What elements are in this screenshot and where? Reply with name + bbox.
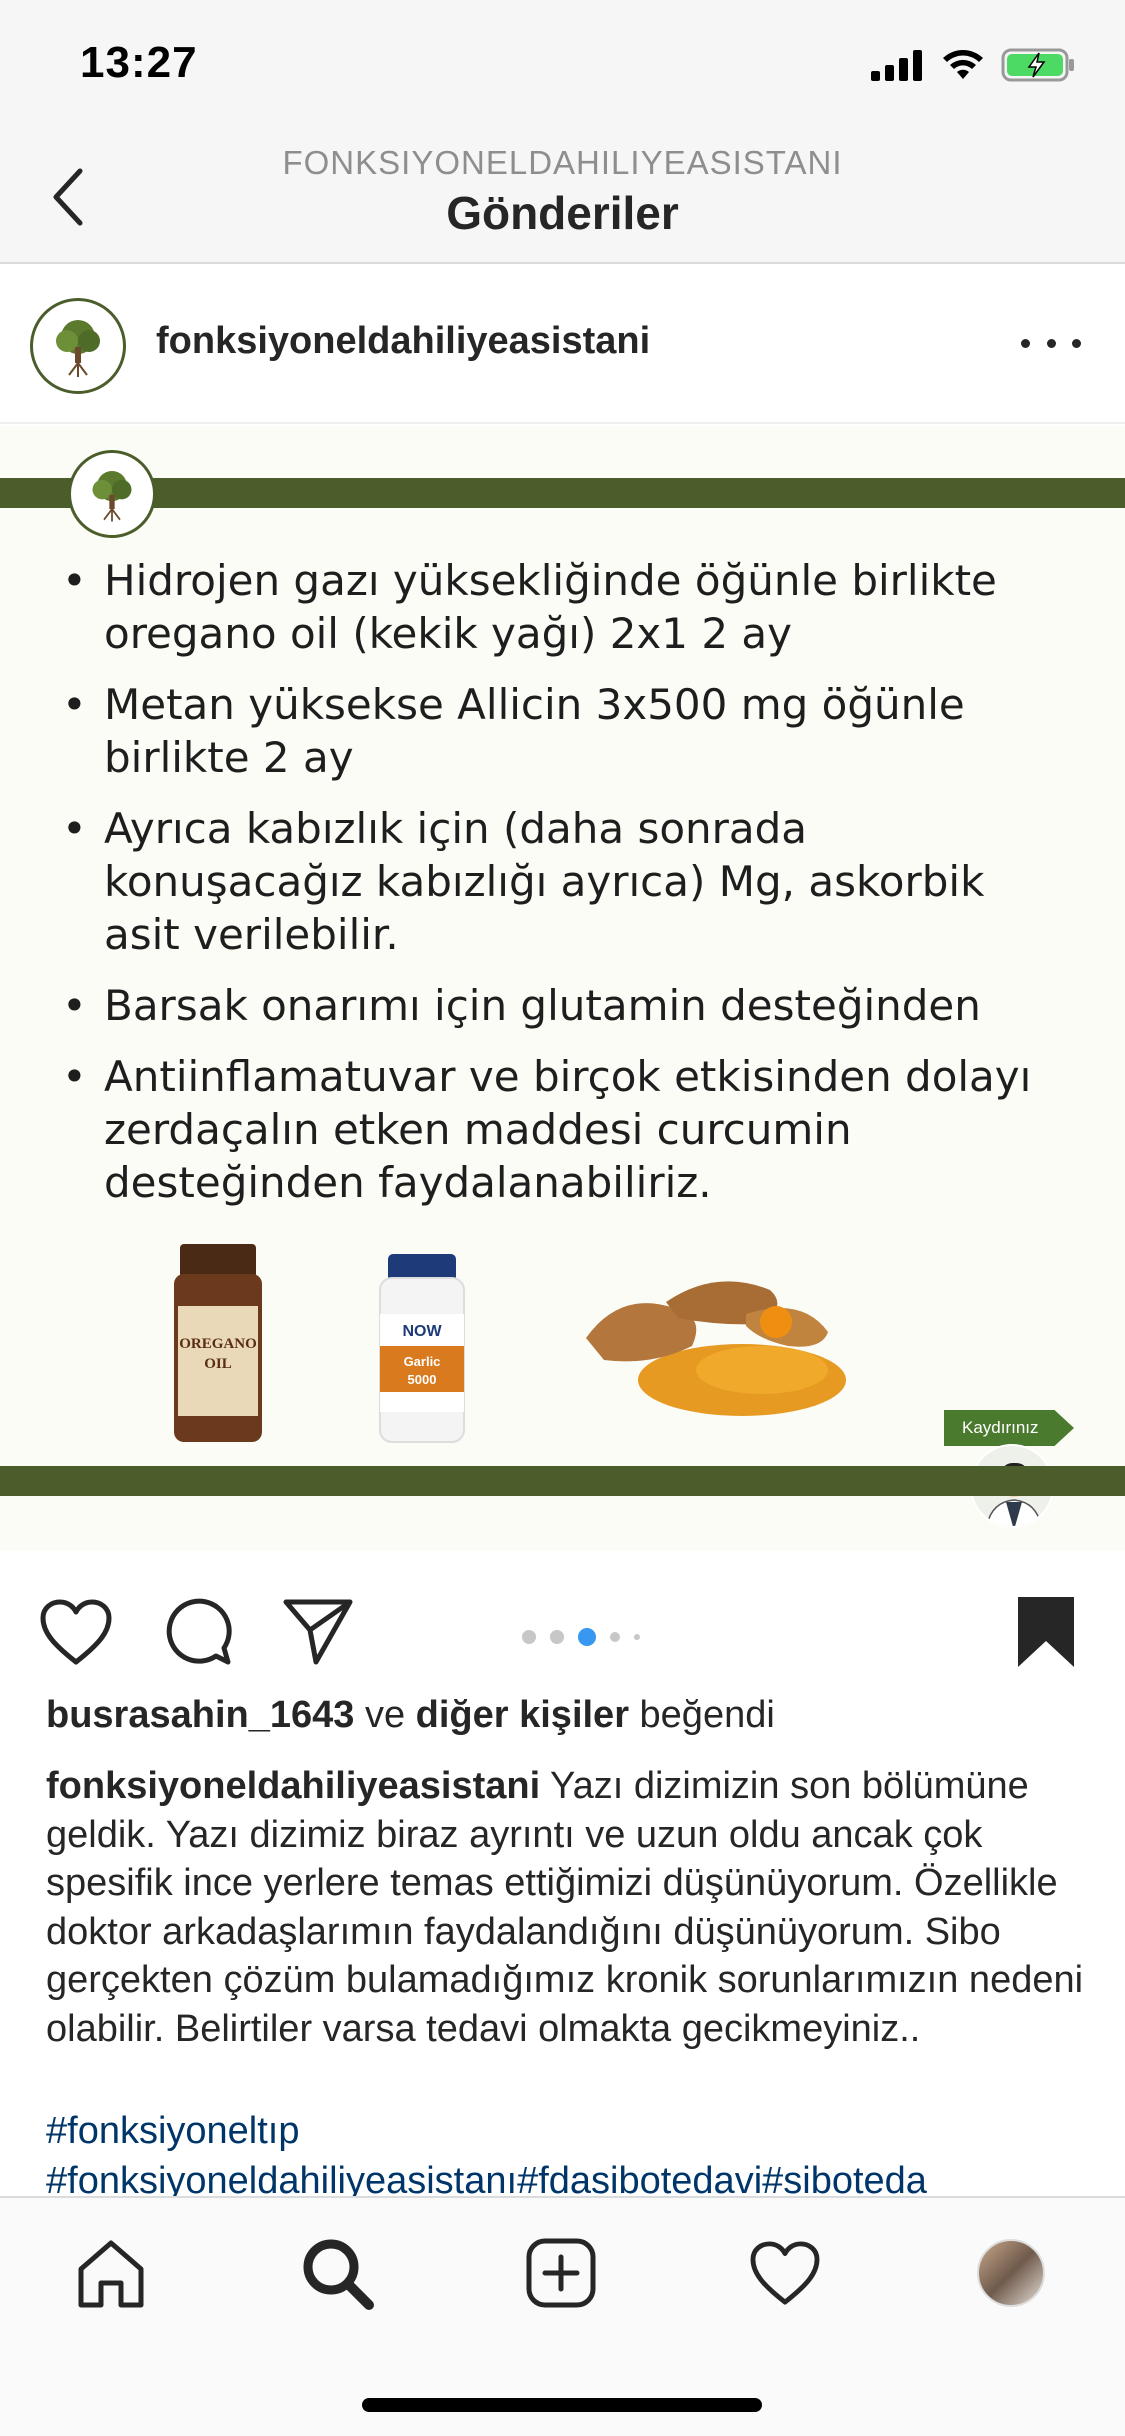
oregano-oil-bottle: OREGANO OIL [174,1244,262,1442]
tree-logo-icon [56,320,100,377]
post-avatar[interactable] [30,298,126,394]
bullet-item: Barsak onarımı için glutamin desteğinden [62,979,1072,1032]
status-icons [871,48,1077,82]
comment-button[interactable] [158,1592,238,1672]
profile-avatar [977,2239,1045,2307]
signal-icon [871,50,922,81]
hashtag-link[interactable]: #fonksiyoneltıp [46,2106,1125,2156]
nav-header: FONKSIYONELDAHILIYEASISTANI Gönderiler [0,140,1125,264]
nav-subtitle: FONKSIYONELDAHILIYEASISTANI [282,144,843,181]
send-icon [283,1599,353,1665]
post-caption: fonksiyoneldahiliyeasistani Yazı dizimiz… [46,1762,1086,2053]
likes-connector: ve [354,1694,416,1736]
heart-icon [40,1599,112,1665]
caption-text: Yazı dizimizin son bölümüne geldik. Yazı… [46,1765,1084,2050]
garlic-brand-label: NOW [402,1323,442,1340]
tab-new-post[interactable] [516,2228,606,2318]
garlic-supplement-bottle: NOW Garlic 5000 [379,1254,465,1443]
bookmark-filled-icon [1018,1597,1074,1667]
caption-username[interactable]: fonksiyoneldahiliyeasistani [46,1765,540,1807]
add-icon [526,2238,596,2308]
tab-activity[interactable] [740,2228,830,2318]
search-icon [303,2239,374,2310]
bullet-item: Metan yüksekse Allicin 3x500 mg öğünle b… [62,678,1072,784]
home-icon [78,2240,144,2308]
bullet-item: Ayrıca kabızlık için (daha sonrada konuş… [62,802,1072,961]
others-link[interactable]: diğer kişiler [416,1694,629,1736]
liker-username[interactable]: busrasahin_1643 [46,1694,354,1736]
image-logo [68,450,156,538]
carousel-dot-active [578,1628,596,1646]
wifi-icon [943,50,983,79]
status-time: 13:27 [80,38,198,87]
tab-profile[interactable] [966,2228,1056,2318]
carousel-indicator [522,1628,640,1646]
post-image[interactable]: Hidrojen gazı yüksekliğinde öğünle birli… [0,426,1125,1551]
battery-charging-icon [1001,48,1074,82]
swipe-hint: Kaydırınız [944,1410,1074,1446]
comment-icon [166,1598,232,1665]
image-bullet-list: Hidrojen gazı yüksekliğinde öğünle birli… [62,554,1072,1227]
tab-search[interactable] [292,2228,382,2318]
carousel-dot [634,1634,640,1640]
post-action-bar [0,1570,1125,1680]
post-username[interactable]: fonksiyoneldahiliyeasistani [156,320,650,363]
more-horizontal-icon [1021,338,1030,348]
save-button[interactable] [1006,1592,1086,1672]
likes-summary: busrasahin_1643 ve diğer kişiler beğendi [46,1694,775,1737]
caption-hashtags: #fonksiyoneltıp #fonksiyoneldahiliyeasis… [46,2106,1125,2206]
like-button[interactable] [36,1592,116,1672]
page-title: Gönderiler [446,187,679,239]
image-band-bottom [0,1466,1125,1496]
oregano-label-line1: OREGANO [179,1336,257,1352]
garlic-dose-label: 5000 [408,1372,437,1387]
carousel-dot [522,1630,536,1644]
status-bar: 13:27 [0,0,1125,140]
tab-home[interactable] [66,2228,156,2318]
bullet-item: Hidrojen gazı yüksekliğinde öğünle birli… [62,554,1072,660]
post-header: fonksiyoneldahiliyeasistani [0,266,1125,424]
home-indicator[interactable] [362,2398,762,2412]
likes-suffix: beğendi [628,1694,775,1736]
oregano-label-line2: OIL [204,1356,232,1372]
garlic-name-label: Garlic [404,1354,441,1369]
image-band-top [0,478,1125,508]
bullet-item: Antiinflamatuvar ve birçok etkisinden do… [62,1050,1072,1209]
more-options-button[interactable] [1021,328,1081,358]
carousel-dot [610,1632,620,1642]
tree-logo-icon [92,470,132,522]
carousel-dot [550,1630,564,1644]
activity-heart-icon [750,2241,820,2305]
share-button[interactable] [278,1592,358,1672]
turmeric-image [586,1281,846,1416]
